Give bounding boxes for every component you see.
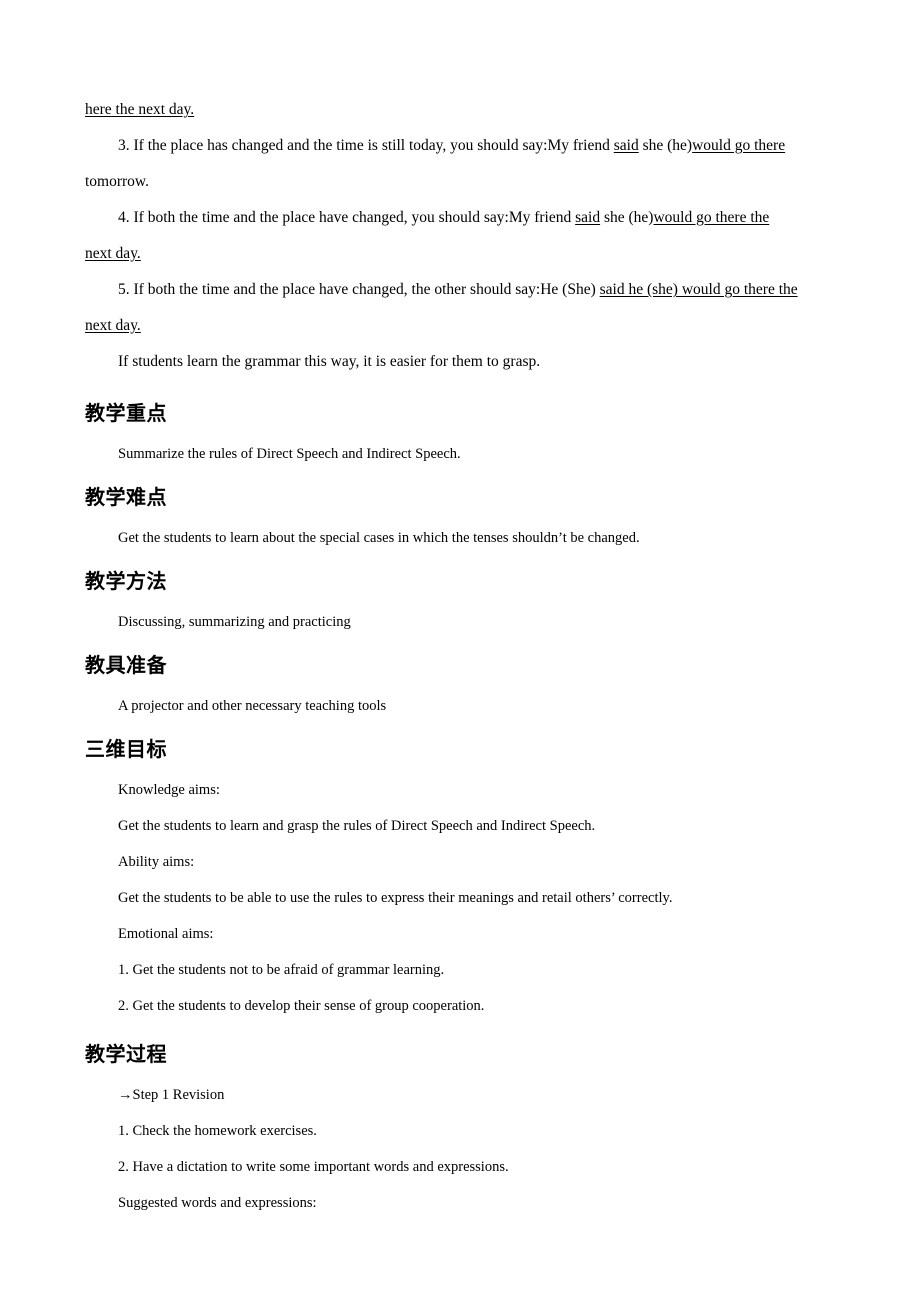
document-body: here the next day. 3. If the place has c… bbox=[85, 92, 835, 1213]
rule-item-3-underline-1: said bbox=[613, 137, 639, 154]
rule-item-4-lead: 4. If both the time and the place have c… bbox=[118, 209, 576, 226]
aims-ability-text: Get the students to be able to use the r… bbox=[118, 890, 673, 906]
section-body-materials: A projector and other necessary teaching… bbox=[118, 698, 387, 714]
section-heading-difficulties: 教学难点 bbox=[85, 485, 167, 509]
rule-item-3-mid: she (he) bbox=[638, 137, 693, 154]
rule-item-4-underline-1: said bbox=[575, 209, 601, 226]
section-heading-materials: 教具准备 bbox=[85, 653, 167, 677]
rule-item-5-underline-1: said he (she) would go there the bbox=[599, 281, 798, 298]
aims-emotional-label: Emotional aims: bbox=[118, 926, 214, 942]
rule-item-5: 5. If both the time and the place have c… bbox=[85, 272, 835, 308]
document-page: here the next day. 3. If the place has c… bbox=[0, 0, 920, 1302]
rule-item-3-lead: 3. If the place has changed and the time… bbox=[118, 137, 614, 154]
rule-item-5-tail: next day. bbox=[85, 308, 835, 344]
continued-line-underlined: the next day. bbox=[111, 101, 195, 118]
aims-emotional-item-2: 2. Get the students to develop their sen… bbox=[118, 998, 485, 1014]
section-heading-three-dimensional-aims: 三维目标 bbox=[85, 737, 167, 761]
rule-item-3: 3. If the place has changed and the time… bbox=[85, 128, 835, 164]
continued-line-plain: here bbox=[85, 101, 112, 118]
closing-remark: If students learn the grammar this way, … bbox=[118, 353, 541, 370]
process-step-1-item-2: 2. Have a dictation to write some import… bbox=[118, 1159, 509, 1175]
section-body-key-points: Summarize the rules of Direct Speech and… bbox=[118, 446, 461, 462]
continued-line: here the next day. bbox=[85, 92, 835, 128]
rule-item-4-tail: next day. bbox=[85, 236, 835, 272]
section-heading-key-points: 教学重点 bbox=[85, 401, 167, 425]
rule-item-4-underline-2: would go there the bbox=[653, 209, 770, 226]
rule-item-4-mid: she (he) bbox=[600, 209, 654, 226]
section-body-methods: Discussing, summarizing and practicing bbox=[118, 614, 351, 630]
section-heading-teaching-process: 教学过程 bbox=[85, 1042, 167, 1066]
aims-ability-label: Ability aims: bbox=[118, 854, 195, 870]
aims-knowledge-label: Knowledge aims: bbox=[118, 782, 220, 798]
rule-item-3-underline-2: would go there bbox=[692, 137, 786, 154]
process-step-1-title: →Step 1 Revision bbox=[118, 1087, 225, 1103]
rule-item-3-tail: tomorrow. bbox=[85, 173, 149, 190]
rule-item-5-tail-underline: next day. bbox=[85, 317, 141, 334]
process-step-1-item-1: 1. Check the homework exercises. bbox=[118, 1123, 317, 1139]
aims-emotional-item-1: 1. Get the students not to be afraid of … bbox=[118, 962, 445, 978]
process-suggested-words-label: Suggested words and expressions: bbox=[118, 1195, 317, 1211]
section-heading-methods: 教学方法 bbox=[85, 569, 167, 593]
rule-item-4: 4. If both the time and the place have c… bbox=[85, 200, 835, 236]
rule-item-5-lead: 5. If both the time and the place have c… bbox=[118, 281, 600, 298]
rule-item-4-tail-underline: next day. bbox=[85, 245, 141, 262]
aims-knowledge-text: Get the students to learn and grasp the … bbox=[118, 818, 596, 834]
section-body-difficulties: Get the students to learn about the spec… bbox=[118, 530, 640, 546]
